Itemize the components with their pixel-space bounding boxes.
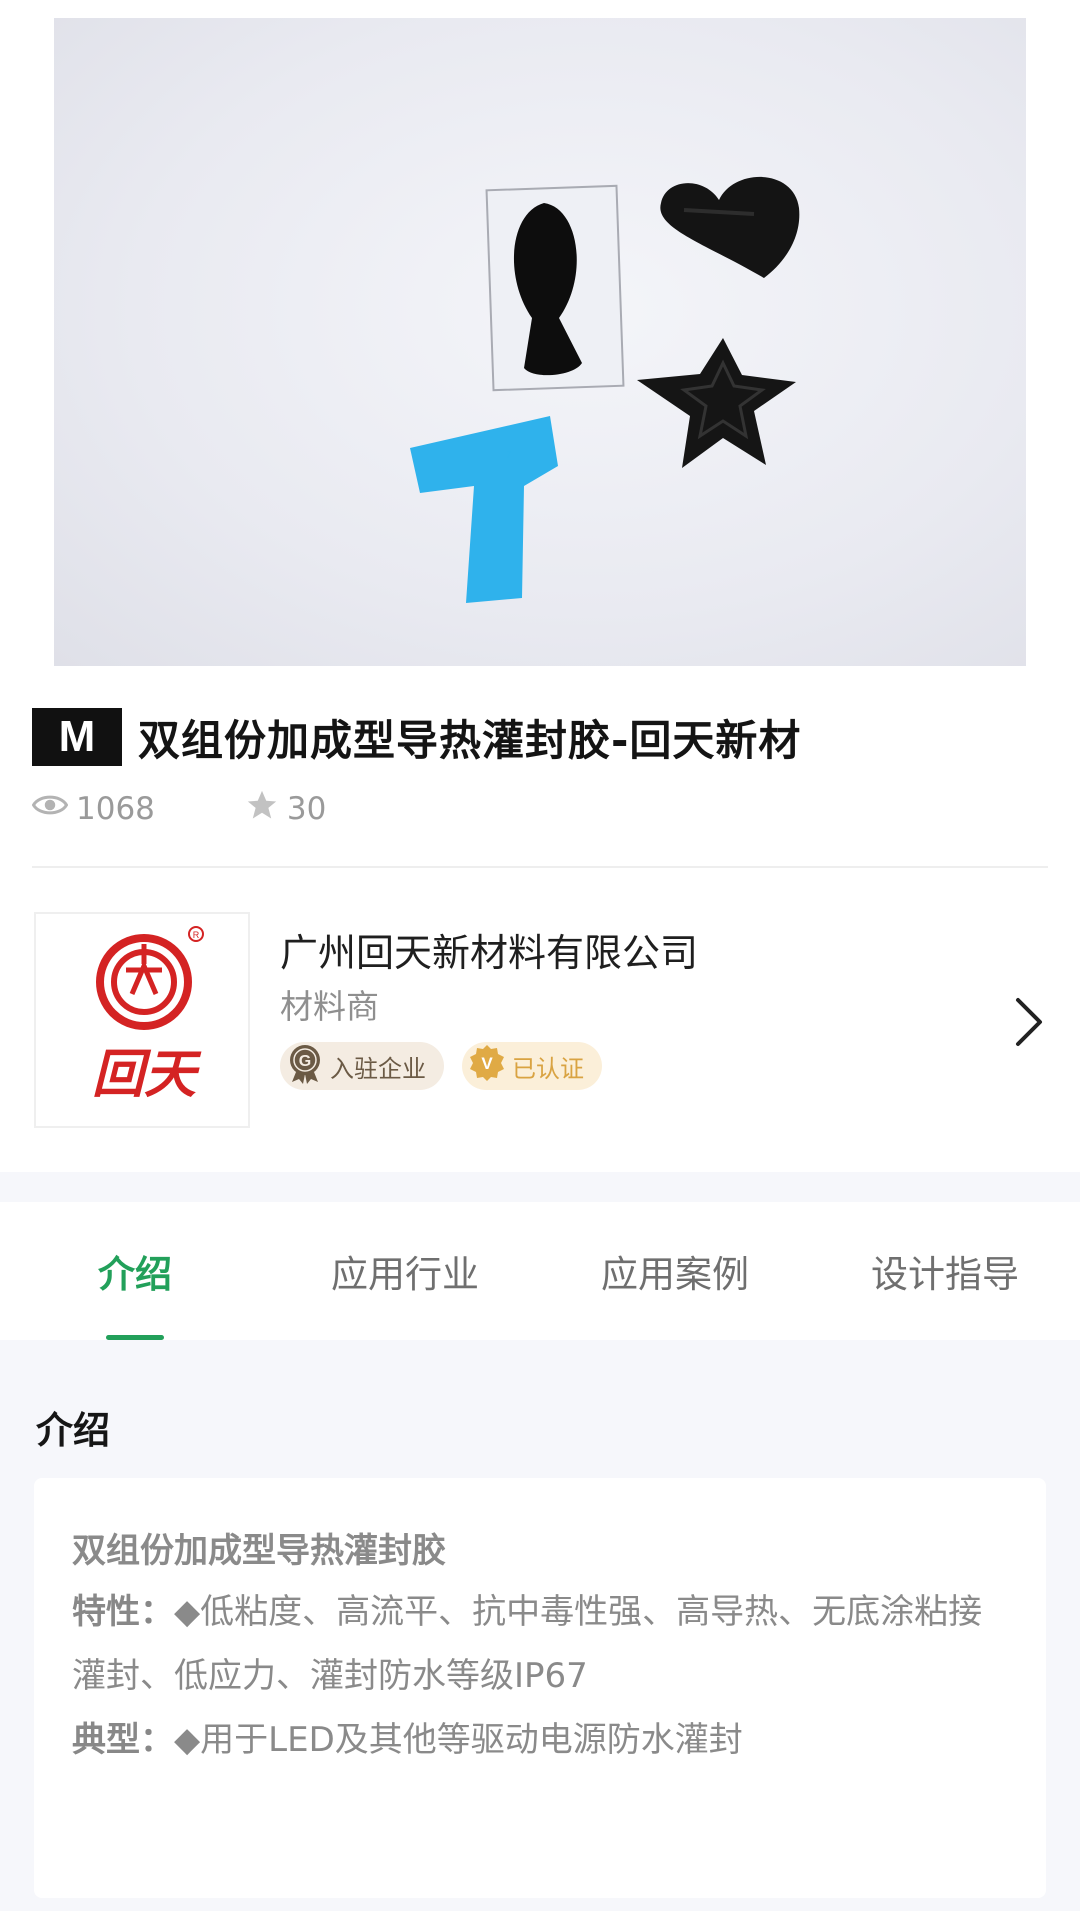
chevron-right-icon[interactable] [1012,994,1046,1054]
verified-badge: V 已认证 [462,1042,602,1090]
svg-text:R: R [193,930,200,940]
product-stats: 1068 30 [31,786,326,832]
company-badges: G 入驻企业 V 已认证 [280,1042,620,1090]
svg-text:V: V [481,1054,493,1073]
typical-label: 典型： [72,1720,174,1760]
company-logo: R 回天 [34,912,250,1128]
star-icon [245,788,287,830]
divider [32,866,1048,868]
settled-badge: G 入驻企业 [280,1042,444,1090]
v-verified-icon: V [466,1042,508,1090]
views-stat: 1068 [31,787,155,831]
tab-intro[interactable]: 介绍 [0,1202,270,1340]
intro-card: 双组份加成型导热灌封胶 特性：◆低粘度、高流平、抗中毒性强、高导热、无底涂粘接灌… [34,1478,1046,1898]
favorites-stat[interactable]: 30 [245,788,326,830]
svg-text:G: G [299,1053,311,1070]
views-count: 1068 [76,791,155,827]
tab-cases[interactable]: 应用案例 [540,1202,810,1340]
typical-paragraph: 典型：◆用于LED及其他等驱动电源防水灌封 [72,1708,1008,1772]
company-name[interactable]: 广州回天新材料有限公司 [280,922,698,977]
g-medal-icon: G [284,1042,326,1090]
svg-text:回天: 回天 [92,1044,202,1105]
features-paragraph: 特性：◆低粘度、高流平、抗中毒性强、高导热、无底涂粘接灌封、低应力、灌封防水等级… [72,1580,1008,1708]
m-badge: M [32,708,122,766]
tab-design-guide[interactable]: 设计指导 [810,1202,1080,1340]
product-title-row: M 双组份加成型导热灌封胶-回天新材 [32,706,801,768]
eye-icon [31,787,76,831]
section-separator [0,1172,1080,1202]
settled-badge-label: 入驻企业 [330,1054,426,1083]
typical-text: ◆用于LED及其他等驱动电源防水灌封 [174,1720,743,1760]
company-card[interactable]: R 回天 广州回天新材料有限公司 材料商 G 入驻企业 V 已认证 [34,912,1046,1128]
tab-bar: 介绍 应用行业 应用案例 设计指导 [0,1202,1080,1340]
verified-badge-label: 已认证 [512,1054,584,1083]
company-role: 材料商 [280,987,379,1026]
intro-heading: 双组份加成型导热灌封胶 [72,1531,446,1571]
tab-industries[interactable]: 应用行业 [270,1202,540,1340]
favorites-count: 30 [286,791,327,827]
svg-text:7: 7 [506,450,512,461]
product-title: 双组份加成型导热灌封胶-回天新材 [138,715,802,765]
section-title: 介绍 [36,1409,110,1452]
features-label: 特性： [72,1592,174,1632]
product-image[interactable]: 7 [54,18,1026,666]
features-text: ◆低粘度、高流平、抗中毒性强、高导热、无底涂粘接灌封、低应力、灌封防水等级IP6… [72,1592,983,1696]
